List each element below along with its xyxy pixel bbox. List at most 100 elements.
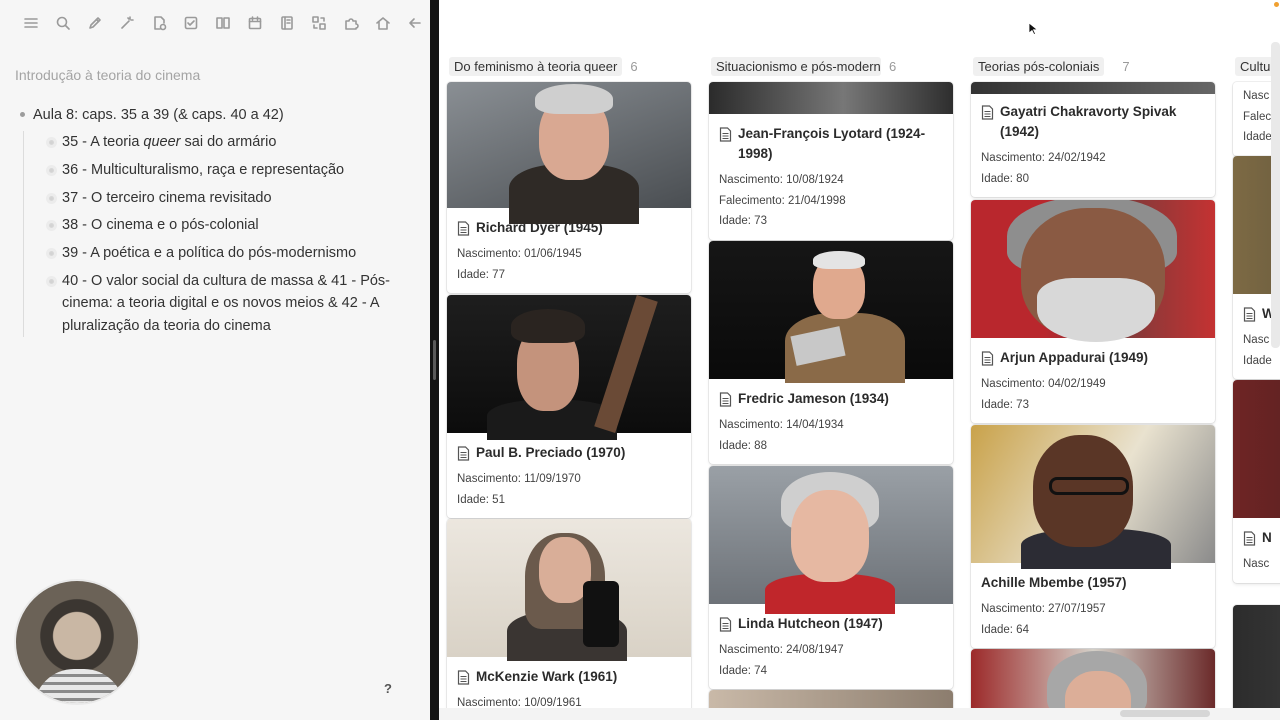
card-property: Idade: 77 [457,268,505,281]
card-property: Idade: 51 [457,493,505,506]
puzzle-icon[interactable] [340,12,362,34]
card-cover-image [971,82,1215,94]
collapsed-bullet-icon[interactable] [46,248,57,260]
person-card[interactable]: Fredric Jameson (1934) Nascimento: 14/04… [709,241,953,464]
arrow-left-icon[interactable] [404,12,426,34]
book-icon[interactable] [212,12,234,34]
card-name: Achille Mbembe (1957) [981,575,1127,590]
card-property: Nascimento: 24/08/1947 [719,644,844,656]
outline-item-label: 36 - Multiculturalismo, raça e represent… [62,161,345,178]
calendar-icon[interactable] [244,12,266,34]
vertical-scrollbar[interactable] [1271,42,1280,348]
outline-item[interactable]: 35 - A teoria queer sai do armário [46,131,415,154]
card-property: Idade: 64 [981,623,1029,636]
card-cover-image [1233,380,1280,518]
card-title: Fredric Jameson (1934) [719,389,943,409]
swap-icon[interactable] [308,12,330,34]
card-title: Achille Mbembe (1957) [981,573,1205,593]
card-body: Paul B. Preciado (1970) Nascimento: 11/0… [447,433,691,518]
person-card[interactable]: McKenzie Wark (1961) Nascimento: 10/09/1… [447,519,691,720]
card-title: Gayatri Chakravorty Spivak (1942) [981,102,1205,142]
outline-root-label: Aula 8: caps. 35 a 39 (& caps. 40 a 42) [33,107,284,123]
card-title: Arjun Appadurai (1949) [981,348,1205,368]
person-card[interactable]: Richard Dyer (1945) Nascimento: 01/06/19… [447,82,691,293]
person-card[interactable]: Linda Hutcheon (1947) Nascimento: 24/08/… [709,466,953,689]
outline-item-label: 38 - O cinema e o pós-colonial [62,217,259,234]
outline-root-item[interactable]: Aula 8: caps. 35 a 39 (& caps. 40 a 42) [20,104,415,126]
webcam-overlay [14,579,140,705]
outline-children: 35 - A teoria queer sai do armário 36 - … [23,131,415,338]
card-property: Nascimento: 01/06/1945 [457,248,582,260]
outline-item-label: 35 - A teoria queer sai do armário [62,131,392,154]
person-card[interactable]: Gayatri Chakravorty Spivak (1942) Nascim… [971,82,1215,197]
card-property: Nascimento: 11/09/1970 [457,473,581,485]
pane-resize-handle[interactable] [433,340,436,380]
card-title: Paul B. Preciado (1970) [457,443,681,463]
page-icon [981,105,994,120]
person-card[interactable]: Achille Mbembe (1957) Nascimento: 27/07/… [971,425,1215,648]
magic-icon[interactable] [116,12,138,34]
card-property: Nasc [1243,558,1270,570]
outline-item-emphasis: queer [143,134,181,150]
bullet-icon[interactable] [20,112,25,117]
card-cover-image [971,200,1215,342]
card-property: Nascimento: 27/07/1957 [981,603,1106,615]
column-count: 7 [1122,58,1130,74]
card-property: Idade: 80 [981,172,1029,185]
card-title: N [1243,528,1280,548]
collapsed-bullet-icon[interactable] [46,137,57,148]
list-icon[interactable] [20,12,42,34]
column-header[interactable]: Situacionismo e pós-modernismo 6 [711,56,896,76]
outline: Aula 8: caps. 35 a 39 (& caps. 40 a 42) … [20,104,415,343]
search-icon[interactable] [52,12,74,34]
outline-item[interactable]: 38 - O cinema e o pós-colonial [46,214,415,237]
home-icon[interactable] [372,12,394,34]
help-button[interactable]: ? [378,678,398,698]
person-card[interactable]: Paul B. Preciado (1970) Nascimento: 11/0… [447,295,691,518]
portrait-hair [813,251,865,269]
edit-icon[interactable] [84,12,106,34]
card-property: Idade: 73 [981,398,1029,411]
card-property: Idade: 74 [719,664,767,677]
outline-item-text: sai do armário [180,134,277,150]
person-card[interactable]: Arjun Appadurai (1949) Nascimento: 04/02… [971,200,1215,423]
column-header[interactable]: Teorias pós-coloniais 7 [973,56,1130,76]
outline-item-label: 40 - O valor social da cultura de massa … [62,272,391,334]
sidebar-toolbar [20,12,426,34]
card-body: Jean-François Lyotard (1924-1998) Nascim… [709,114,953,240]
checkbox-icon[interactable] [180,12,202,34]
outline-item[interactable]: 37 - O terceiro cinema revisitado [46,187,415,210]
horizontal-scrollbar-thumb[interactable] [1120,710,1210,717]
collapsed-bullet-icon[interactable] [46,164,57,176]
collapsed-bullet-icon[interactable] [46,220,57,232]
notebook-icon[interactable] [276,12,298,34]
portrait-beard [1037,278,1155,342]
card-cover-image [447,82,691,224]
outline-item[interactable]: 39 - A poética e a política do pós-moder… [46,242,415,265]
card-body: Fredric Jameson (1934) Nascimento: 14/04… [709,379,953,464]
file-clock-icon[interactable] [148,12,170,34]
note-title: Introdução à teoria do cinema [15,67,201,83]
person-card[interactable] [1233,605,1280,715]
collapsed-bullet-icon[interactable] [46,275,57,287]
card-name: N [1262,530,1272,545]
kanban-board: Do feminismo à teoria queer 6 Richard Dy… [439,0,1280,720]
card-property: Idade [1243,354,1272,367]
column-header[interactable]: Do feminismo à teoria queer 6 [449,56,638,76]
column-title[interactable]: Situacionismo e pós-modernismo [711,56,881,76]
card-name: Arjun Appadurai (1949) [1000,350,1149,365]
card-body: Gayatri Chakravorty Spivak (1942) Nascim… [971,94,1215,197]
person-card[interactable]: N Nasc [1233,380,1280,583]
outline-item-label: 39 - A poética e a política do pós-moder… [62,245,357,262]
column-title[interactable]: Cultura [1235,56,1275,76]
person-card[interactable]: Jean-François Lyotard (1924-1998) Nascim… [709,82,953,240]
page-icon [1243,531,1256,546]
column-title[interactable]: Do feminismo à teoria queer [449,56,623,76]
collapsed-bullet-icon[interactable] [46,192,57,204]
card-body: Linda Hutcheon (1947) Nascimento: 24/08/… [709,604,953,689]
portrait-glasses [1049,477,1129,495]
column-title[interactable]: Teorias pós-coloniais [973,56,1105,76]
card-property: Idade: 88 [719,439,767,452]
outline-item[interactable]: 40 - O valor social da cultura de massa … [46,270,415,338]
outline-item[interactable]: 36 - Multiculturalismo, raça e represent… [46,159,415,182]
